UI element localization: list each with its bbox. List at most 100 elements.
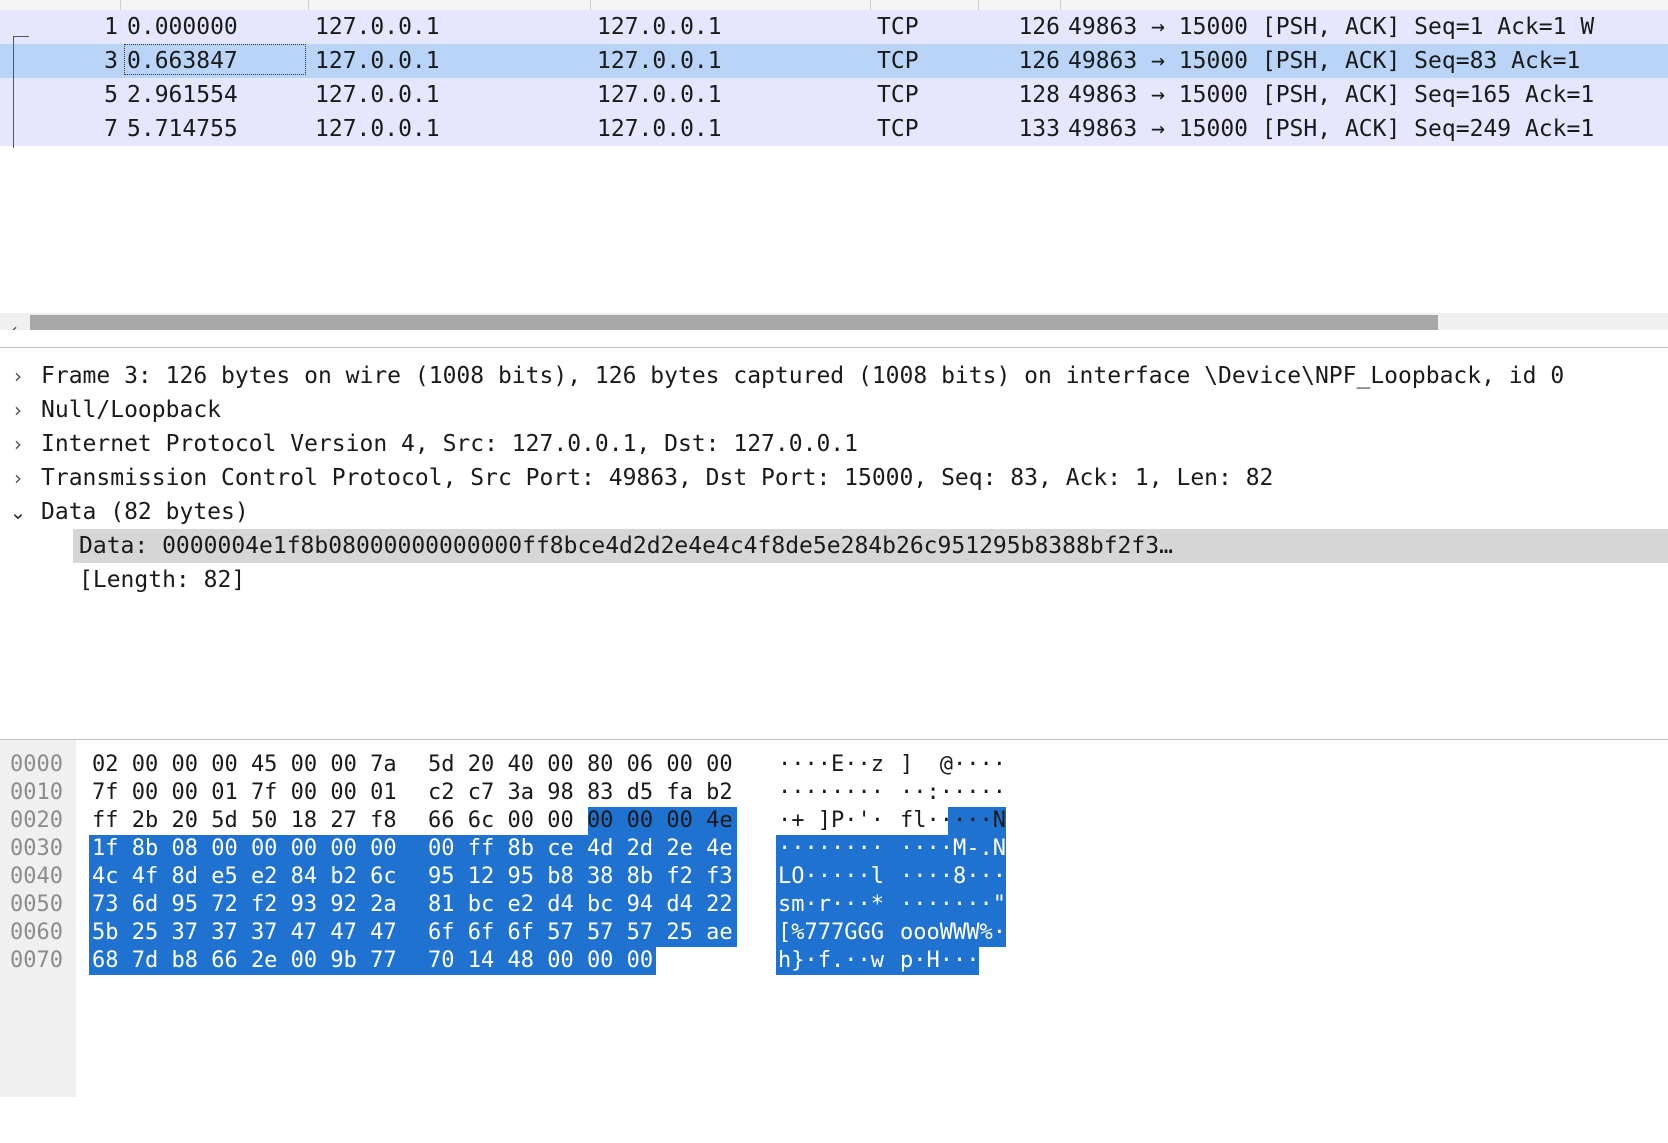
packet-number: 5 — [104, 82, 118, 108]
hex-dump-line[interactable]: 0000 02 00 00 00 45 00 00 7a 5d 20 40 00… — [0, 751, 1668, 779]
byte-offset: 0020 — [10, 808, 63, 833]
ascii-bytes: [%777GGG — [778, 920, 884, 945]
chevron-right-icon[interactable]: › — [8, 359, 28, 393]
scrollbar-thumb[interactable] — [30, 315, 1438, 330]
packet-protocol: TCP — [877, 82, 919, 108]
hex-bytes: 4c 4f 8d e5 e2 84 b2 6c — [92, 864, 397, 889]
hex-dump-line-selected[interactable]: 0030 1f 8b 08 00 00 00 00 00 00 ff 8b ce… — [0, 835, 1668, 863]
chevron-right-icon[interactable]: › — [8, 461, 28, 495]
column-separator — [870, 0, 871, 10]
tree-item-label: Data (82 bytes) — [41, 499, 249, 525]
hex-dump-line-selected[interactable]: 0070 68 7d b8 66 2e 00 9b 77 70 14 48 00… — [0, 947, 1668, 975]
packet-time: 0.000000 — [127, 14, 238, 40]
packet-protocol: TCP — [877, 116, 919, 142]
column-header-strip[interactable] — [0, 0, 1668, 10]
ascii-bytes: ·+ ]P·'· — [778, 808, 884, 833]
packet-info: 49863 → 15000 [PSH, ACK] Seq=249 Ack=1 — [1068, 116, 1595, 142]
column-separator — [120, 0, 121, 10]
hex-bytes: 81 bc e2 d4 bc 94 d4 22 — [428, 892, 733, 917]
tree-item-label: Frame 3: 126 bytes on wire (1008 bits), … — [41, 363, 1565, 389]
packet-length: 133 — [1018, 116, 1060, 142]
hex-bytes: 00 ff 8b ce 4d 2d 2e 4e — [428, 836, 733, 861]
hex-dump-line-selected[interactable]: 0050 73 6d 95 72 f2 93 92 2a 81 bc e2 d4… — [0, 891, 1668, 919]
ascii-bytes: ········ — [778, 836, 884, 861]
column-separator — [1060, 0, 1061, 10]
hex-bytes: c2 c7 3a 98 83 d5 fa b2 — [428, 780, 733, 805]
byte-offset: 0060 — [10, 920, 63, 945]
ascii-bytes: p·H··· — [900, 948, 980, 973]
packet-destination: 127.0.0.1 — [597, 48, 722, 74]
tree-item-label: Data: 0000004e1f8b08000000000000ff8bce4d… — [79, 533, 1173, 559]
packet-protocol: TCP — [877, 48, 919, 74]
packet-time: 5.714755 — [127, 116, 238, 142]
column-separator — [978, 0, 979, 10]
chevron-down-icon[interactable]: ⌄ — [8, 495, 28, 529]
ascii-bytes: ····E··z — [778, 752, 884, 777]
tree-item-tcp[interactable]: › Transmission Control Protocol, Src Por… — [0, 461, 1668, 495]
packet-destination: 127.0.0.1 — [597, 14, 722, 40]
packet-info: 49863 → 15000 [PSH, ACK] Seq=1 Ack=1 W — [1068, 14, 1595, 40]
ascii-bytes: ··:····· — [900, 780, 1006, 805]
conversation-bracket-line — [13, 36, 14, 148]
packet-time: 2.961554 — [127, 82, 238, 108]
hex-bytes: 1f 8b 08 00 00 00 00 00 — [92, 836, 397, 861]
packet-number: 1 — [104, 14, 118, 40]
packet-row[interactable]: 5 2.961554 127.0.0.1 127.0.0.1 TCP 128 4… — [0, 78, 1668, 112]
packet-source: 127.0.0.1 — [315, 116, 440, 142]
tree-item-frame[interactable]: › Frame 3: 126 bytes on wire (1008 bits)… — [0, 359, 1668, 393]
packet-source: 127.0.0.1 — [315, 82, 440, 108]
packet-source: 127.0.0.1 — [315, 48, 440, 74]
hex-dump-line[interactable]: 0010 7f 00 00 01 7f 00 00 01 c2 c7 3a 98… — [0, 779, 1668, 807]
hex-dump-line[interactable]: 0020 ff 2b 20 5d 50 18 27 f8 66 6c 00 00… — [0, 807, 1668, 835]
hex-bytes: 02 00 00 00 45 00 00 7a — [92, 752, 397, 777]
hex-dump-line-selected[interactable]: 0060 5b 25 37 37 37 47 47 47 6f 6f 6f 57… — [0, 919, 1668, 947]
scroll-left-icon[interactable]: ‹ — [0, 313, 28, 330]
ascii-bytes: ····M-.N — [900, 836, 1006, 861]
hex-bytes: 5b 25 37 37 37 47 47 47 — [92, 920, 397, 945]
packet-length: 126 — [1018, 14, 1060, 40]
packet-row-selected[interactable]: 3 0.663847 127.0.0.1 127.0.0.1 TCP 126 4… — [0, 44, 1668, 78]
packet-destination: 127.0.0.1 — [597, 116, 722, 142]
ascii-bytes: ····8··· — [900, 864, 1006, 889]
tree-item-data-payload[interactable]: Data: 0000004e1f8b08000000000000ff8bce4d… — [0, 529, 1668, 563]
tree-item-label: Null/Loopback — [41, 397, 222, 423]
packet-row[interactable]: 7 5.714755 127.0.0.1 127.0.0.1 TCP 133 4… — [0, 112, 1668, 146]
packet-bytes-pane[interactable]: 0000 02 00 00 00 45 00 00 7a 5d 20 40 00… — [0, 739, 1668, 1097]
hex-dump-line-selected[interactable]: 0040 4c 4f 8d e5 e2 84 b2 6c 95 12 95 b8… — [0, 863, 1668, 891]
hex-bytes: 70 14 48 00 00 00 — [428, 948, 654, 973]
byte-offset: 0030 — [10, 836, 63, 861]
hex-bytes: 6f 6f 6f 57 57 57 25 ae — [428, 920, 733, 945]
byte-offset: 0050 — [10, 892, 63, 917]
packet-protocol: TCP — [877, 14, 919, 40]
hex-bytes: 73 6d 95 72 f2 93 92 2a — [92, 892, 397, 917]
ascii-bytes: h}·f.··w — [778, 948, 884, 973]
tree-item-label: [Length: 82] — [79, 567, 246, 593]
tree-item-label: Transmission Control Protocol, Src Port:… — [41, 465, 1274, 491]
tree-item-data-length[interactable]: [Length: 82] — [0, 563, 1668, 597]
tree-item-label: Internet Protocol Version 4, Src: 127.0.… — [41, 431, 858, 457]
hex-bytes: ff 2b 20 5d 50 18 27 f8 — [92, 808, 397, 833]
packet-info: 49863 → 15000 [PSH, ACK] Seq=165 Ack=1 — [1068, 82, 1595, 108]
byte-offset: 0070 — [10, 948, 63, 973]
horizontal-scrollbar[interactable]: ‹ — [0, 313, 1668, 330]
ascii-bytes: oooWWW%· — [900, 920, 1006, 945]
hex-bytes-partial-selected: 66 6c 00 00 00 00 00 4e — [428, 808, 733, 833]
packet-time: 0.663847 — [127, 48, 238, 74]
chevron-right-icon[interactable]: › — [8, 393, 28, 427]
ascii-bytes-partial-selected: fl·····N — [900, 808, 1006, 833]
packet-length: 128 — [1018, 82, 1060, 108]
tree-item-ipv4[interactable]: › Internet Protocol Version 4, Src: 127.… — [0, 427, 1668, 461]
packet-source: 127.0.0.1 — [315, 14, 440, 40]
tree-item-data[interactable]: ⌄ Data (82 bytes) — [0, 495, 1668, 529]
chevron-right-icon[interactable]: › — [8, 427, 28, 461]
column-separator — [308, 0, 309, 10]
ascii-bytes: sm·r···* — [778, 892, 884, 917]
packet-list[interactable]: 1 0.000000 127.0.0.1 127.0.0.1 TCP 126 4… — [0, 0, 1668, 330]
packet-details-pane[interactable]: › Frame 3: 126 bytes on wire (1008 bits)… — [0, 347, 1668, 740]
column-separator — [590, 0, 591, 10]
packet-length: 126 — [1018, 48, 1060, 74]
tree-item-null-loopback[interactable]: › Null/Loopback — [0, 393, 1668, 427]
hex-bytes: 5d 20 40 00 80 06 00 00 — [428, 752, 733, 777]
packet-info: 49863 → 15000 [PSH, ACK] Seq=83 Ack=1 — [1068, 48, 1581, 74]
packet-row[interactable]: 1 0.000000 127.0.0.1 127.0.0.1 TCP 126 4… — [0, 10, 1668, 44]
